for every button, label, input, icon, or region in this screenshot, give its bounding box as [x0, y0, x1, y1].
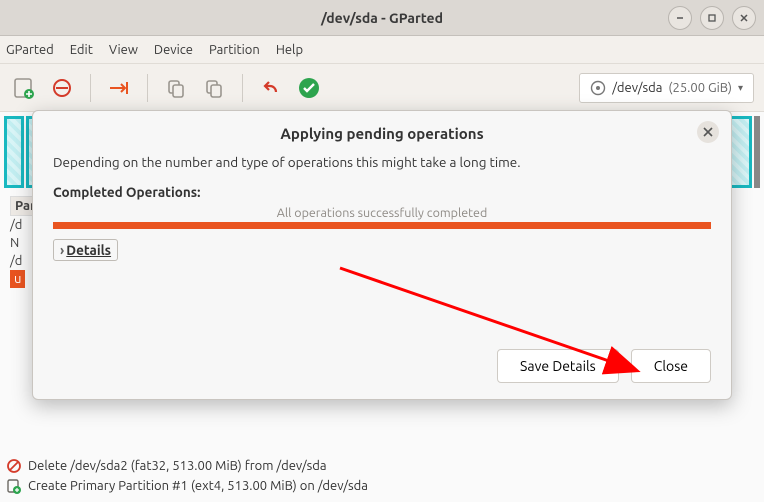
dialog-close-button[interactable] [697, 121, 719, 143]
pending-operations: Delete /dev/sda2 (fat32, 513.00 MiB) fro… [6, 456, 758, 496]
partition-block[interactable] [4, 116, 24, 188]
new-partition-icon[interactable] [10, 74, 38, 102]
device-name: /dev/sda [612, 81, 662, 95]
save-details-button[interactable]: Save Details [497, 349, 619, 383]
create-op-icon [6, 478, 22, 494]
completed-operations-label: Completed Operations: [53, 184, 711, 200]
resize-icon[interactable] [105, 74, 133, 102]
menu-gparted[interactable]: GParted [6, 43, 54, 57]
pending-op-text: Delete /dev/sda2 (fat32, 513.00 MiB) fro… [28, 459, 327, 473]
apply-operations-dialog: Applying pending operations Depending on… [32, 110, 732, 400]
success-message: All operations successfully completed [53, 206, 711, 220]
close-button[interactable]: Close [631, 349, 711, 383]
minimize-button[interactable] [668, 6, 692, 30]
progress-bar [53, 222, 711, 229]
paste-icon[interactable] [200, 74, 228, 102]
partition-block[interactable] [754, 116, 760, 188]
menu-view[interactable]: View [109, 43, 138, 57]
pending-op-text: Create Primary Partition #1 (ext4, 513.0… [28, 479, 368, 493]
menu-partition[interactable]: Partition [209, 43, 260, 57]
close-window-button[interactable] [732, 6, 756, 30]
pending-op[interactable]: Delete /dev/sda2 (fat32, 513.00 MiB) fro… [6, 456, 758, 476]
dialog-title: Applying pending operations [53, 125, 711, 142]
toolbar: /dev/sda (25.00 GiB) ▾ [0, 64, 764, 112]
device-size: (25.00 GiB) [668, 81, 732, 95]
chevron-right-icon: › [60, 242, 64, 258]
window-title: /dev/sda - GParted [321, 10, 443, 26]
apply-icon[interactable] [295, 74, 323, 102]
details-toggle[interactable]: › Details [53, 239, 118, 261]
table-row-selected[interactable]: u [10, 270, 25, 288]
chevron-down-icon: ▾ [738, 82, 743, 94]
dialog-note: Depending on the number and type of oper… [53, 154, 711, 170]
disk-icon [590, 80, 606, 96]
pending-op[interactable]: Create Primary Partition #1 (ext4, 513.0… [6, 476, 758, 496]
toolbar-separator [90, 74, 91, 102]
maximize-button[interactable] [700, 6, 724, 30]
details-label: Details [66, 242, 111, 258]
toolbar-separator [242, 74, 243, 102]
menu-device[interactable]: Device [154, 43, 193, 57]
toolbar-separator [147, 74, 148, 102]
delete-icon[interactable] [48, 74, 76, 102]
menu-help[interactable]: Help [276, 43, 303, 57]
delete-op-icon [6, 458, 22, 474]
undo-icon[interactable] [257, 74, 285, 102]
menubar: GParted Edit View Device Partition Help [0, 36, 764, 64]
window-controls [668, 6, 756, 30]
menu-edit[interactable]: Edit [70, 43, 93, 57]
device-selector[interactable]: /dev/sda (25.00 GiB) ▾ [579, 73, 754, 103]
window-titlebar: /dev/sda - GParted [0, 0, 764, 36]
copy-icon[interactable] [162, 74, 190, 102]
